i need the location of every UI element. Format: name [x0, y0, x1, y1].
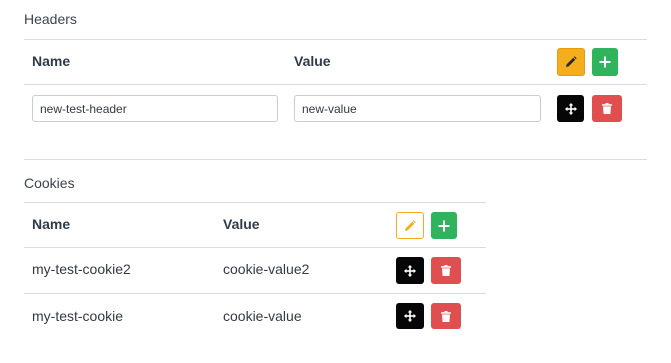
cookies-add-button[interactable] [431, 212, 457, 239]
move-icon [404, 310, 416, 322]
move-icon [404, 264, 416, 277]
plus-icon [599, 56, 611, 68]
divider [24, 247, 486, 248]
headers-edit-button[interactable] [557, 48, 585, 76]
plus-icon [438, 220, 450, 232]
divider [24, 39, 647, 40]
divider [24, 202, 486, 203]
cookie-name: my-test-cookie [32, 308, 124, 324]
cookies-title: Cookies [24, 175, 75, 191]
cookie-value: cookie-value [223, 308, 302, 324]
header-move-button[interactable] [557, 95, 584, 122]
cookie-delete-button[interactable] [431, 303, 461, 329]
cookie-name: my-test-cookie2 [32, 261, 131, 277]
headers-title: Headers [24, 11, 77, 27]
divider [24, 84, 647, 85]
cookies-edit-button[interactable] [396, 212, 424, 239]
divider [24, 293, 486, 294]
cookie-move-button[interactable] [396, 257, 424, 284]
header-value-input[interactable] [294, 95, 541, 122]
cookies-column-name: Name [32, 216, 71, 232]
headers-add-button[interactable] [592, 48, 618, 76]
move-icon [564, 102, 577, 115]
pencil-icon [565, 56, 577, 68]
cookies-column-value: Value [223, 216, 260, 232]
trash-icon [602, 103, 612, 114]
headers-column-value: Value [294, 53, 331, 69]
divider [24, 159, 647, 160]
header-name-input[interactable] [32, 95, 278, 122]
headers-column-name: Name [32, 53, 71, 69]
cookie-move-button[interactable] [396, 303, 424, 329]
pencil-icon [404, 219, 416, 232]
cookie-value: cookie-value2 [223, 261, 310, 277]
header-delete-button[interactable] [592, 95, 622, 122]
trash-icon [441, 310, 451, 322]
cookie-delete-button[interactable] [431, 257, 461, 284]
trash-icon [441, 265, 451, 276]
